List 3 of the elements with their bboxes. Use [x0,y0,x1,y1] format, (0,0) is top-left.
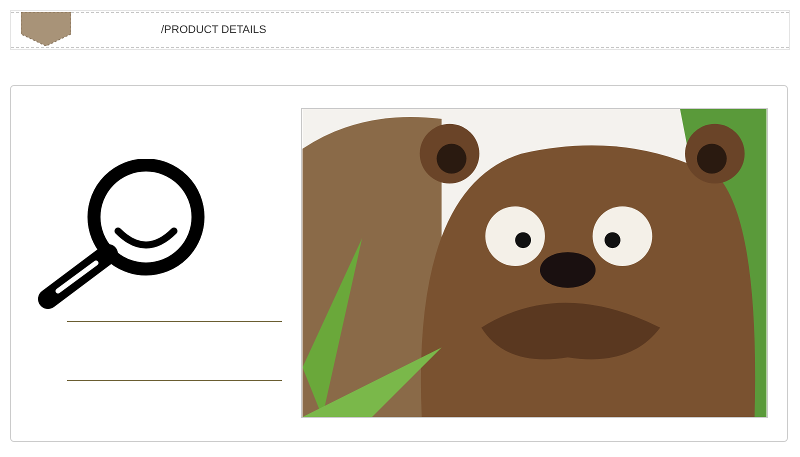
tag-icon [21,12,71,46]
search-icon [36,159,206,309]
page-title: /PRODUCT DETAILS [161,22,266,38]
